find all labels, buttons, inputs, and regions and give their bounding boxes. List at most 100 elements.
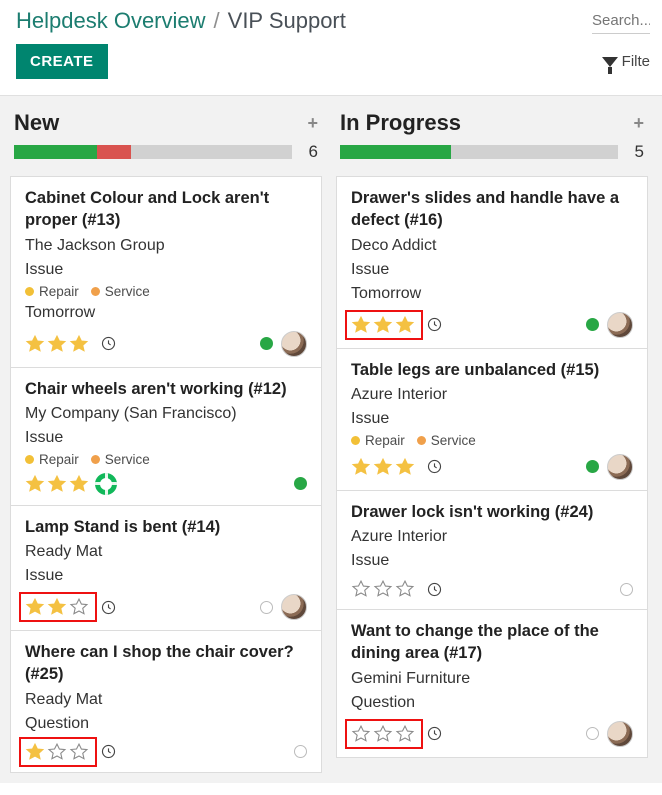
star-icon[interactable] (395, 724, 415, 744)
tag[interactable]: Service (91, 452, 150, 467)
star-icon[interactable] (25, 474, 45, 494)
tag[interactable]: Repair (351, 433, 405, 448)
priority-stars[interactable] (25, 473, 117, 495)
star-icon[interactable] (373, 579, 393, 599)
card-type: Issue (351, 407, 633, 431)
status-dot-icon[interactable] (620, 583, 633, 596)
star-icon[interactable] (69, 742, 89, 762)
priority-stars[interactable] (25, 334, 117, 354)
star-icon[interactable] (373, 315, 393, 335)
filters-button[interactable]: Filte (602, 53, 650, 70)
priority-stars[interactable] (25, 742, 117, 762)
star-icon[interactable] (25, 742, 45, 762)
tag[interactable]: Service (417, 433, 476, 448)
card-customer: Deco Addict (351, 234, 633, 258)
priority-stars[interactable] (351, 579, 443, 599)
card-customer: Ready Mat (25, 688, 307, 712)
star-icon[interactable] (351, 315, 371, 335)
funnel-icon (602, 57, 618, 67)
kanban-card[interactable]: Chair wheels aren't working (#12)My Comp… (11, 367, 321, 505)
tag[interactable]: Repair (25, 284, 79, 299)
star-icon[interactable] (47, 474, 67, 494)
star-icon[interactable] (69, 474, 89, 494)
clock-icon[interactable] (99, 743, 117, 761)
kanban-card[interactable]: Drawer's slides and handle have a defect… (337, 177, 647, 348)
card-due: Tomorrow (25, 301, 307, 325)
avatar[interactable] (607, 721, 633, 747)
clock-icon[interactable] (425, 316, 443, 334)
clock-icon[interactable] (99, 335, 117, 353)
create-button[interactable]: CREATE (16, 44, 108, 79)
card-tags: Repair Service (25, 284, 307, 299)
column-add-icon[interactable]: + (307, 113, 318, 134)
kanban-card[interactable]: Want to change the place of the dining a… (337, 609, 647, 757)
card-tags: Repair Service (25, 452, 307, 467)
star-icon[interactable] (47, 334, 67, 354)
priority-stars[interactable] (351, 724, 443, 744)
search-input[interactable] (592, 8, 650, 34)
tag[interactable]: Repair (25, 452, 79, 467)
avatar[interactable] (607, 454, 633, 480)
status-dot-icon[interactable] (260, 337, 273, 350)
clock-icon[interactable] (425, 458, 443, 476)
card-title: Drawer lock isn't working (#24) (351, 501, 633, 523)
card-type: Question (25, 712, 307, 736)
card-due: Tomorrow (351, 282, 633, 306)
star-icon[interactable] (69, 334, 89, 354)
column-count: 6 (302, 142, 318, 162)
card-title: Lamp Stand is bent (#14) (25, 516, 307, 538)
status-dot-icon[interactable] (586, 460, 599, 473)
clock-icon[interactable] (425, 725, 443, 743)
status-dot-icon[interactable] (260, 601, 273, 614)
star-icon[interactable] (47, 742, 67, 762)
card-type: Issue (25, 426, 307, 450)
kanban-card[interactable]: Where can I shop the chair cover? (#25)R… (11, 630, 321, 772)
card-customer: Gemini Furniture (351, 667, 633, 691)
card-type: Issue (25, 564, 307, 588)
star-icon[interactable] (351, 457, 371, 477)
clock-icon[interactable] (99, 598, 117, 616)
column-add-icon[interactable]: + (633, 113, 644, 134)
star-icon[interactable] (373, 457, 393, 477)
card-title: Where can I shop the chair cover? (#25) (25, 641, 307, 686)
tag[interactable]: Service (91, 284, 150, 299)
card-type: Question (351, 691, 633, 715)
tag-dot-icon (351, 436, 360, 445)
star-icon[interactable] (395, 315, 415, 335)
status-dot-icon[interactable] (586, 318, 599, 331)
card-customer: My Company (San Francisco) (25, 402, 307, 426)
star-icon[interactable] (395, 457, 415, 477)
lifering-icon (95, 473, 117, 495)
priority-stars[interactable] (351, 457, 443, 477)
kanban-card[interactable]: Drawer lock isn't working (#24)Azure Int… (337, 490, 647, 609)
avatar[interactable] (281, 594, 307, 620)
card-customer: Azure Interior (351, 525, 633, 549)
card-type: Issue (351, 549, 633, 573)
clock-icon[interactable] (425, 580, 443, 598)
star-icon[interactable] (373, 724, 393, 744)
star-icon[interactable] (351, 579, 371, 599)
status-dot-icon[interactable] (294, 745, 307, 758)
avatar[interactable] (607, 312, 633, 338)
status-dot-icon[interactable] (294, 477, 307, 490)
column-title: New (14, 110, 59, 136)
kanban-card[interactable]: Table legs are unbalanced (#15)Azure Int… (337, 348, 647, 490)
status-dot-icon[interactable] (586, 727, 599, 740)
breadcrumb-sep: / (214, 8, 220, 34)
tag-dot-icon (91, 455, 100, 464)
star-icon[interactable] (47, 597, 67, 617)
star-icon[interactable] (69, 597, 89, 617)
breadcrumb-root[interactable]: Helpdesk Overview (16, 8, 206, 34)
star-icon[interactable] (395, 579, 415, 599)
star-icon[interactable] (351, 724, 371, 744)
priority-stars[interactable] (351, 315, 443, 335)
kanban-card[interactable]: Lamp Stand is bent (#14)Ready MatIssue (11, 505, 321, 630)
card-type: Issue (351, 258, 633, 282)
priority-stars[interactable] (25, 597, 117, 617)
star-icon[interactable] (25, 334, 45, 354)
card-type: Issue (25, 258, 307, 282)
breadcrumb: Helpdesk Overview / VIP Support (16, 8, 346, 34)
star-icon[interactable] (25, 597, 45, 617)
kanban-card[interactable]: Cabinet Colour and Lock aren't proper (#… (11, 177, 321, 367)
avatar[interactable] (281, 331, 307, 357)
